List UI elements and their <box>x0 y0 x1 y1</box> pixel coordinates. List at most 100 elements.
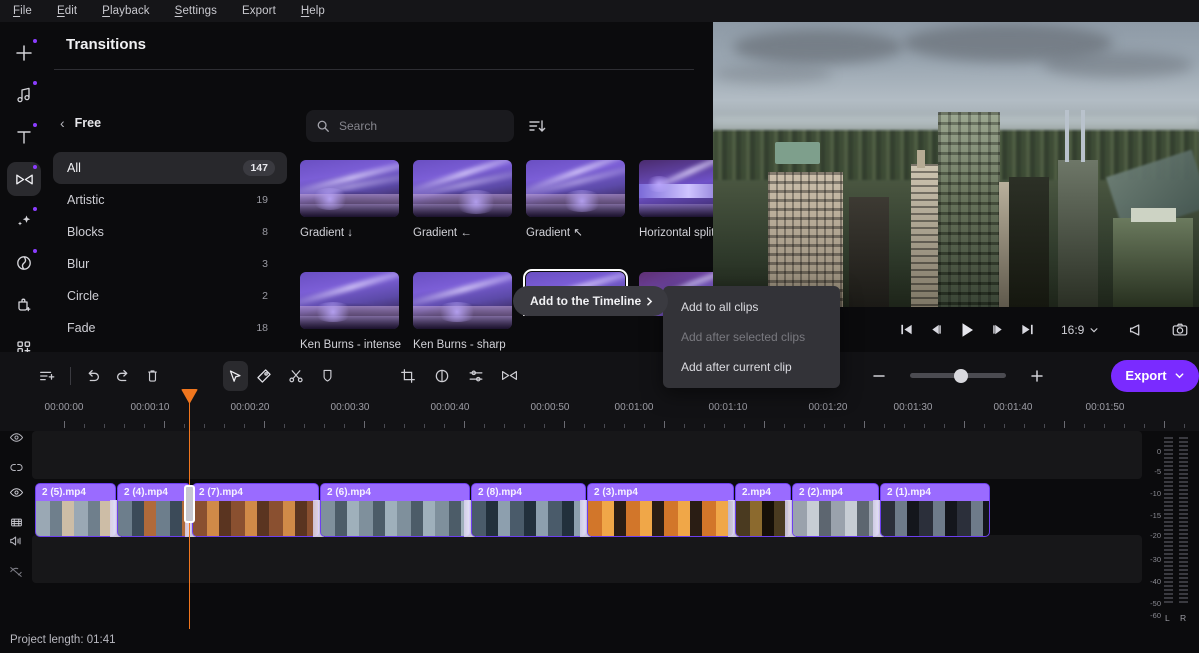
timeline-clip[interactable]: 2 (8).mp4 <box>471 483 586 537</box>
ruler-tick <box>644 424 645 428</box>
menu-item-add-to-all-clips[interactable]: Add to all clips <box>663 292 840 322</box>
redo-button[interactable] <box>110 361 135 391</box>
zoom-slider[interactable] <box>910 368 1007 383</box>
next-frame-button[interactable] <box>991 322 1006 337</box>
track-b-visibility-toggle[interactable] <box>9 485 24 505</box>
timeline-clip[interactable]: 2 (1).mp4 <box>880 483 990 537</box>
snapshot-button[interactable] <box>1171 321 1189 339</box>
sidebar-item-effects[interactable] <box>7 204 41 238</box>
menu-file[interactable]: File <box>10 3 35 19</box>
zoom-slider-handle[interactable] <box>954 368 969 383</box>
split-tool[interactable] <box>283 361 308 391</box>
playhead[interactable] <box>181 389 198 629</box>
ruler-tick <box>624 424 625 428</box>
chevron-down-icon <box>1175 373 1184 379</box>
search-input[interactable] <box>339 119 499 133</box>
timeline-clip[interactable]: 2 (5).mp4 <box>35 483 116 537</box>
sidebar-item-stickers[interactable] <box>7 288 41 322</box>
timeline-clip-label: 2 (2).mp4 <box>793 484 878 501</box>
shield-icon <box>323 369 332 382</box>
menu-playback[interactable]: Playback <box>99 3 152 19</box>
transition-tile[interactable]: Gradient ← <box>413 160 526 258</box>
search-box[interactable] <box>306 110 514 142</box>
ruler-tick <box>1044 424 1045 428</box>
category-item-blocks[interactable]: Blocks 8 <box>53 216 287 248</box>
playhead-grip[interactable] <box>184 485 195 523</box>
timeline-clip[interactable]: 2 (7).mp4 <box>192 483 319 537</box>
zoom-in-button[interactable] <box>1022 361 1052 391</box>
mask-tool[interactable] <box>315 361 340 391</box>
sidebar-item-audio[interactable] <box>7 78 41 112</box>
audio-meter-right-label: R <box>1180 613 1187 623</box>
jump-to-end-button[interactable] <box>1020 322 1035 337</box>
chevron-right-icon <box>647 297 653 305</box>
add-transition-button[interactable] <box>497 361 522 391</box>
ruler-tick <box>1024 424 1025 428</box>
ruler-tick <box>824 424 825 428</box>
track-c-mute-toggle[interactable] <box>8 564 24 585</box>
marker-tool[interactable] <box>252 361 277 391</box>
sidebar-item-titles[interactable] <box>7 120 41 154</box>
sidebar-item-filters[interactable] <box>7 246 41 280</box>
video-preview[interactable] <box>713 22 1199 307</box>
timeline-clip[interactable]: 2.mp4 <box>735 483 791 537</box>
menu-export[interactable]: Export <box>239 3 279 19</box>
delete-button[interactable] <box>140 361 165 391</box>
transition-thumbnail <box>526 160 625 217</box>
menu-settings[interactable]: Settings <box>172 3 220 19</box>
track-a-visibility-toggle[interactable] <box>9 430 24 450</box>
category-item-all[interactable]: All 147 <box>53 152 287 184</box>
crop-button[interactable] <box>396 361 421 391</box>
sidebar-item-add-media[interactable] <box>7 36 41 70</box>
track-a-link-toggle[interactable] <box>9 460 24 480</box>
category-item-fade[interactable]: Fade 18 <box>53 312 287 344</box>
zoom-out-button[interactable] <box>864 361 894 391</box>
sort-button[interactable] <box>527 116 549 138</box>
timeline-clip-label: 2.mp4 <box>736 484 790 501</box>
timeline-clip[interactable]: 2 (4).mp4 <box>117 483 191 537</box>
transition-thumbnail <box>413 160 512 217</box>
jump-to-start-button[interactable] <box>899 322 914 337</box>
context-menu-add-to-timeline[interactable]: Add to the Timeline <box>513 286 668 316</box>
transition-tile[interactable]: Gradient ↖ <box>526 160 639 258</box>
color-button[interactable] <box>430 361 455 391</box>
category-item-circle[interactable]: Circle 2 <box>53 280 287 312</box>
link-icon <box>9 464 23 471</box>
undo-button[interactable] <box>81 361 106 391</box>
timeline-clip-label: 2 (3).mp4 <box>588 484 733 501</box>
transition-tile[interactable]: Gradient ↓ <box>300 160 413 258</box>
ruler-label: 00:01:30 <box>893 402 933 413</box>
aspect-ratio-selector[interactable]: 16:9 <box>1061 323 1099 337</box>
menu-item-add-after-current-clip[interactable]: Add after current clip <box>663 352 840 382</box>
adjust-button[interactable] <box>463 361 488 391</box>
timeline-clip-thumbnail <box>193 501 318 536</box>
track-b-filmstrip-toggle[interactable] <box>9 515 24 535</box>
timeline-clip[interactable]: 2 (3).mp4 <box>587 483 734 537</box>
new-badge-dot <box>33 123 37 127</box>
track-c-background[interactable] <box>32 535 1142 583</box>
export-button[interactable]: Export <box>1111 359 1199 392</box>
add-track-button[interactable] <box>35 361 60 391</box>
new-badge-dot <box>33 207 37 211</box>
play-button[interactable] <box>957 320 977 340</box>
timeline-clip-thumbnail <box>793 501 878 536</box>
previous-frame-button[interactable] <box>928 322 943 337</box>
ruler-tick <box>484 424 485 428</box>
track-c-volume-toggle[interactable] <box>8 533 24 554</box>
timeline-clip[interactable]: 2 (2).mp4 <box>792 483 879 537</box>
breadcrumb-back[interactable]: ‹ Free <box>60 116 101 130</box>
sidebar-item-transitions[interactable] <box>7 162 41 196</box>
timeline-clip-label: 2 (4).mp4 <box>118 484 190 501</box>
menu-edit[interactable]: Edit <box>54 3 80 19</box>
timeline-clip[interactable]: 2 (6).mp4 <box>320 483 470 537</box>
timeline-ruler[interactable]: 00:00:00 00:00:10 00:00:20 00:00:30 00:0… <box>0 399 1199 431</box>
menu-help[interactable]: Help <box>298 3 328 19</box>
select-tool[interactable] <box>222 360 248 391</box>
ruler-tick <box>184 424 185 428</box>
track-a-background[interactable] <box>32 431 1142 479</box>
camera-icon <box>1173 323 1188 336</box>
volume-button[interactable] <box>1127 321 1145 339</box>
category-item-artistic[interactable]: Artistic 19 <box>53 184 287 216</box>
timeline-clip-label: 2 (5).mp4 <box>36 484 115 501</box>
category-item-blur[interactable]: Blur 3 <box>53 248 287 280</box>
